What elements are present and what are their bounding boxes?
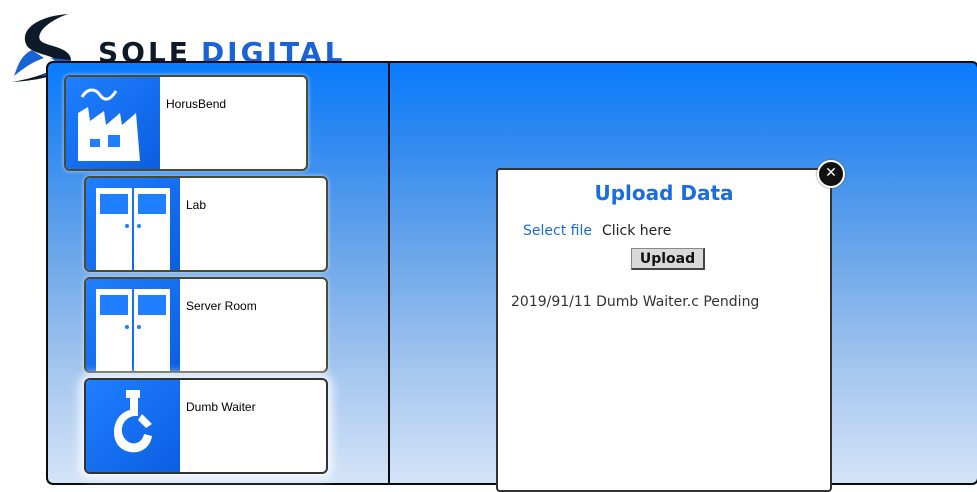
tile-server-room (86, 279, 180, 371)
select-file-label: Select file (523, 223, 592, 239)
double-door-icon (96, 188, 170, 270)
location-card-dumb-waiter[interactable]: Dumb Waiter (84, 378, 328, 474)
tile-dumb-waiter (86, 380, 180, 472)
location-label: Server Room (186, 299, 257, 313)
upload-button[interactable]: Upload (631, 248, 705, 270)
tile-lab (86, 178, 180, 270)
upload-status-line: 2019/91/11 Dumb Waiter.c Pending (511, 294, 760, 310)
location-card-horusbend[interactable]: HorusBend (64, 75, 308, 171)
panel-divider (388, 63, 390, 483)
location-label: Dumb Waiter (186, 400, 256, 414)
factory-icon (78, 88, 140, 161)
file-input[interactable]: Click here (602, 223, 671, 239)
upload-data-modal: Upload Data Select file Click here Uploa… (496, 168, 832, 492)
double-door-icon (96, 289, 170, 371)
location-label: Lab (186, 198, 207, 212)
tile-horusbend (66, 77, 160, 169)
location-card-lab[interactable]: Lab (84, 176, 328, 272)
location-label: HorusBend (166, 97, 227, 111)
crane-hook-icon (113, 390, 152, 453)
modal-title: Upload Data (594, 181, 734, 205)
close-icon[interactable]: ✕ (817, 160, 845, 188)
location-card-server-room[interactable]: Server Room (84, 277, 328, 373)
